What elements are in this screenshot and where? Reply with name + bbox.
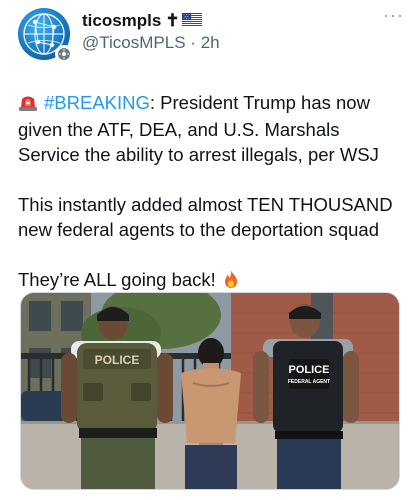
- gear-badge-icon: [55, 45, 73, 63]
- tweet-time[interactable]: 2h: [201, 33, 220, 52]
- hashtag-breaking[interactable]: #BREAKING: [44, 92, 150, 113]
- author-display-name[interactable]: ticosmpls: [82, 10, 161, 32]
- vest-left-label: POLICE: [95, 353, 140, 367]
- tweet-header: ticosmpls ✝ @TicosMPLS · 2h: [18, 8, 402, 72]
- tweet-paragraph-2: This instantly added almost TEN THOUSAND…: [18, 194, 393, 240]
- tweet-line3-text: They’re ALL going back!: [18, 269, 216, 290]
- avatar[interactable]: [18, 8, 73, 63]
- author-name-row[interactable]: ticosmpls ✝: [82, 10, 402, 32]
- us-flag-icon: [181, 10, 202, 32]
- author-identity: ticosmpls ✝ @TicosMPLS · 2h: [82, 8, 402, 54]
- author-handle-row: @TicosMPLS · 2h: [82, 32, 402, 54]
- separator-dot: ·: [190, 33, 196, 52]
- tweet-media-photo[interactable]: POLICE POLICE FEDERAL AGENT: [20, 292, 400, 490]
- more-options-icon[interactable]: ···: [383, 6, 404, 24]
- arrest-photo-image: POLICE POLICE FEDERAL AGENT: [21, 293, 399, 489]
- vest-right-label: POLICE: [289, 364, 330, 376]
- tweet-paragraph-1: #BREAKING: President Trump has now given…: [18, 90, 402, 167]
- rotating-light-icon: [18, 92, 38, 117]
- tweet-text: #BREAKING: President Trump has now given…: [18, 90, 402, 295]
- tweet-card[interactable]: ticosmpls ✝ @TicosMPLS · 2h ··· #BREAKIN…: [0, 0, 420, 500]
- author-handle[interactable]: @TicosMPLS: [82, 33, 186, 52]
- tweet-paragraph-3: They’re ALL going back!: [18, 267, 402, 295]
- vest-right-sublabel: FEDERAL AGENT: [288, 379, 330, 385]
- cross-symbol: ✝: [165, 11, 180, 30]
